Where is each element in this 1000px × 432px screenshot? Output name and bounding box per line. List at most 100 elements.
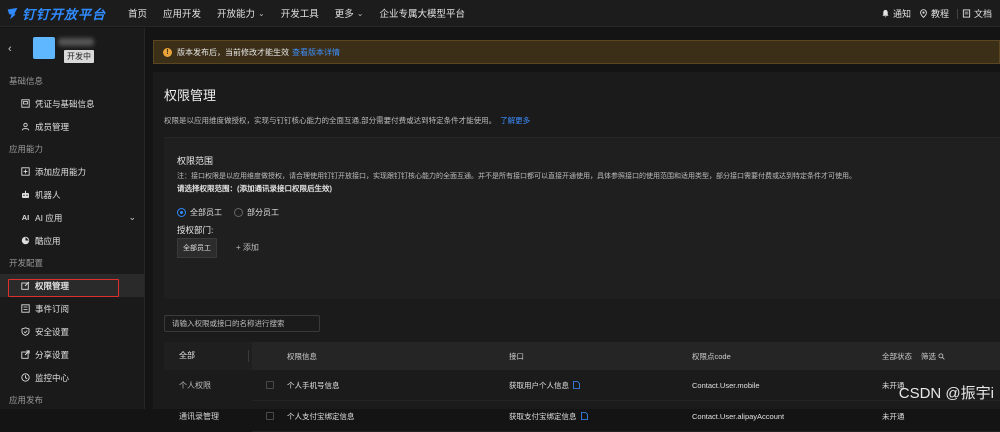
nav-item-open-capability[interactable]: 开放能力⌄ [209, 0, 273, 27]
cell-code: Contact.User.alipayAccount [692, 412, 882, 421]
sidebar-item-label: 成员管理 [35, 121, 69, 133]
brand-name: 钉钉开放平台 [22, 4, 106, 23]
status-badge: 开发中 [64, 50, 94, 63]
row-checkbox-cell [252, 412, 287, 420]
chevron-down-icon: ⌄ [357, 9, 364, 18]
sidebar-item-share[interactable]: 分享设置 [0, 343, 144, 366]
tutorial-button[interactable]: 教程 [919, 7, 957, 20]
row-checkbox-cell [252, 381, 287, 389]
cell-info: 个人手机号信息 [287, 380, 509, 391]
sidebar-item-label: 机器人 [35, 189, 61, 201]
doc-link-icon[interactable] [581, 412, 588, 420]
add-dept-button[interactable]: + 添加 [236, 242, 259, 253]
sidebar-section-dev-config: 开发配置 [0, 252, 144, 274]
chevron-down-icon[interactable]: ⌄ [128, 212, 136, 223]
app-header: ‹ 开发中 [0, 28, 144, 70]
cell-api: 获取用户个人信息 [509, 380, 692, 391]
radio-checked-icon [177, 208, 186, 217]
main-content: ! 版本发布后，当前修改才能生效 查看版本详情 权限管理 权限是以应用维度做授权… [153, 36, 1000, 409]
dingtalk-logo-icon [6, 7, 19, 20]
table-row: 个人手机号信息 获取用户个人信息 Contact.User.mobile 未开通 [252, 370, 1000, 401]
warning-icon: ! [163, 48, 172, 57]
add-box-icon [21, 167, 30, 176]
permissions-panel: 权限管理 权限是以应用维度做授权，实现与钉钉核心能力的全面互通,部分需要付费或达… [153, 72, 1000, 409]
permission-table-area: 全部 个人权限 通讯录管理 权限信息 接口 权限点code 全部状态 筛选 [153, 342, 1000, 409]
row-checkbox[interactable] [266, 412, 274, 420]
sidebar-section-app-capability: 应用能力 [0, 138, 144, 160]
header-api: 接口 [509, 351, 692, 362]
category-personal[interactable]: 个人权限 [164, 370, 252, 401]
sidebar-item-robot[interactable]: 机器人 [0, 183, 144, 206]
docs-button[interactable]: 文档 [962, 7, 1000, 20]
cell-code: Contact.User.mobile [692, 381, 882, 390]
notify-button[interactable]: 通知 [881, 7, 919, 20]
category-list: 全部 个人权限 通讯录管理 [164, 342, 252, 409]
learn-more-link[interactable]: 了解更多 [500, 116, 530, 125]
version-notice-bar: ! 版本发布后，当前修改才能生效 查看版本详情 [153, 40, 1000, 64]
category-contacts[interactable]: 通讯录管理 [164, 401, 252, 432]
nav-item-app-dev[interactable]: 应用开发 [155, 0, 209, 27]
cell-info: 个人支付宝绑定信息 [287, 411, 509, 422]
divider [248, 350, 249, 362]
watermark: CSDN @振宇i [899, 382, 994, 403]
status-filter-button[interactable]: 筛选 [921, 351, 945, 362]
sidebar-item-security[interactable]: 安全设置 [0, 320, 144, 343]
scope-note: 注：接口权限是以应用维度做授权，请合理使用钉钉开放接口，实现跟钉钉核心能力的全面… [177, 171, 856, 181]
permission-search-input[interactable] [164, 315, 320, 332]
nav-item-more[interactable]: 更多⌄ [327, 0, 372, 27]
view-version-link[interactable]: 查看版本详情 [292, 47, 340, 58]
shield-icon [21, 327, 30, 336]
permission-scope-section: 权限范围 注：接口权限是以应用维度做授权，请合理使用钉钉开放接口，实现跟钉钉核心… [164, 137, 1000, 299]
scope-title: 权限范围 [177, 154, 213, 167]
search-icon [938, 353, 945, 360]
sidebar-item-label: 事件订阅 [35, 303, 69, 315]
sidebar-section-publish: 应用发布 [0, 389, 144, 411]
sidebar-item-monitor[interactable]: 监控中心 [0, 366, 144, 389]
category-all[interactable]: 全部 [164, 342, 252, 370]
back-arrow-icon[interactable]: ‹ [8, 43, 12, 55]
brand-logo[interactable]: 钉钉开放平台 [0, 4, 120, 23]
authorized-dept-label: 授权部门: [177, 224, 213, 236]
table-header: 权限信息 接口 权限点code 全部状态 筛选 [252, 342, 1000, 370]
app-name-redacted [58, 38, 94, 46]
row-checkbox[interactable] [266, 381, 274, 389]
document-icon [962, 9, 971, 18]
nav-item-llm-platform[interactable]: 企业专属大模型平台 [371, 0, 473, 27]
sidebar-item-label: 添加应用能力 [35, 166, 86, 178]
sidebar-item-label: 安全设置 [35, 326, 69, 338]
sidebar-item-label: AI 应用 [35, 212, 62, 224]
sidebar-item-cool-app[interactable]: 酷应用 [0, 229, 144, 252]
nav-item-dev-tools[interactable]: 开发工具 [273, 0, 327, 27]
permission-icon [21, 281, 30, 290]
share-icon [21, 350, 30, 359]
doc-link-icon[interactable] [573, 381, 580, 389]
notice-text: 版本发布后，当前修改才能生效 [177, 47, 289, 58]
certificate-icon [21, 99, 30, 108]
scope-select-label: 请选择权限范围：(添加通讯录接口权限后生效) [177, 183, 332, 194]
sidebar-item-ai-app[interactable]: AI AI 应用 ⌄ [0, 206, 144, 229]
dept-tag[interactable]: 全部员工 [177, 238, 217, 258]
sidebar-item-add-capability[interactable]: 添加应用能力 [0, 160, 144, 183]
main-nav: 首页 应用开发 开放能力⌄ 开发工具 更多⌄ 企业专属大模型平台 [120, 0, 473, 27]
scope-radio-group: 全部员工 部分员工 [177, 207, 291, 218]
page-description: 权限是以应用维度做授权，实现与钉钉核心能力的全面互通,部分需要付费或达到特定条件… [164, 115, 530, 126]
sidebar-item-members[interactable]: 成员管理 [0, 115, 144, 138]
header-info: 权限信息 [287, 351, 509, 362]
sidebar-item-label: 监控中心 [35, 372, 69, 384]
event-icon [21, 304, 30, 313]
cell-status: 未开通 [882, 411, 1000, 422]
sidebar-item-permissions[interactable]: 权限管理 [0, 274, 144, 297]
radio-all-staff[interactable]: 全部员工 [177, 207, 222, 218]
sidebar-item-events[interactable]: 事件订阅 [0, 297, 144, 320]
sidebar-item-credentials[interactable]: 凭证与基础信息 [0, 92, 144, 115]
robot-icon [21, 190, 30, 199]
table-row: 个人支付宝绑定信息 获取支付宝绑定信息 Contact.User.alipayA… [252, 401, 1000, 432]
user-icon [21, 122, 30, 131]
plus-icon: + [236, 243, 243, 252]
ai-icon: AI [21, 213, 30, 222]
sidebar: ‹ 开发中 基础信息 凭证与基础信息 成员管理 应用能力 添加应用能力 机器人 … [0, 28, 145, 409]
radio-partial-staff[interactable]: 部分员工 [234, 207, 279, 218]
cool-app-icon [21, 236, 30, 245]
nav-item-home[interactable]: 首页 [120, 0, 155, 27]
chevron-down-icon: ⌄ [258, 9, 265, 18]
